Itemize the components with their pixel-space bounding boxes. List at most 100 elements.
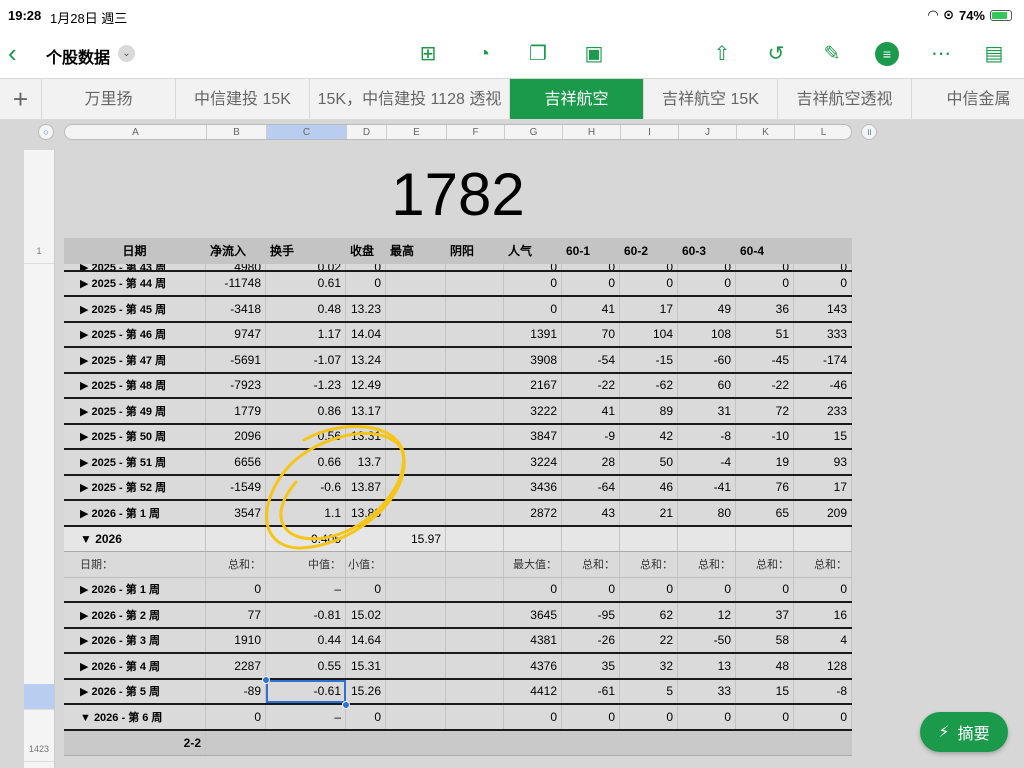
cell[interactable]: 0.405 xyxy=(266,526,346,551)
cell[interactable]: 60 xyxy=(678,373,736,397)
cell[interactable]: 89 xyxy=(620,399,678,423)
cell[interactable]: 13.88 xyxy=(346,501,386,525)
cell[interactable]: 总和： xyxy=(678,552,736,577)
cell[interactable]: -41 xyxy=(678,475,736,499)
cell[interactable]: 9747 xyxy=(206,322,266,346)
cell[interactable]: -46 xyxy=(794,373,852,397)
cell[interactable]: 0.61 xyxy=(266,271,346,295)
cell[interactable] xyxy=(386,628,446,652)
cell[interactable]: 77 xyxy=(206,603,266,627)
cell[interactable]: ▶ 2026 - 第 5 周 xyxy=(64,679,206,703)
cell[interactable]: 13.7 xyxy=(346,450,386,474)
cell[interactable]: 0 xyxy=(678,263,736,270)
cell[interactable] xyxy=(446,654,504,678)
cell[interactable]: ▶ 2025 - 第 50 周 xyxy=(64,424,206,448)
more-icon[interactable]: ⋯ xyxy=(927,40,955,68)
cell[interactable]: 1.1 xyxy=(266,501,346,525)
cell[interactable]: -0.6 xyxy=(266,475,346,499)
cell[interactable]: 0 xyxy=(620,577,678,601)
cell[interactable] xyxy=(386,271,446,295)
table-row[interactable]: ▶ 2026 - 第 5 周 -89 -0.61 15.26 4412 -61 5 33 15-… xyxy=(64,679,852,705)
column-header-G[interactable]: G xyxy=(505,125,563,139)
cell[interactable]: ▶ 2026 - 第 1 周 xyxy=(64,577,206,601)
cell[interactable]: 128 xyxy=(794,654,852,678)
cell[interactable]: 58 xyxy=(736,628,794,652)
cell[interactable]: 1779 xyxy=(206,399,266,423)
cell[interactable]: 46 xyxy=(620,475,678,499)
header-cell[interactable]: 60-2 xyxy=(620,238,678,264)
column-header-D[interactable]: D xyxy=(347,125,387,139)
selection-handle[interactable] xyxy=(342,701,350,709)
selected-cell[interactable]: -0.61 xyxy=(266,679,346,703)
tab-2[interactable]: 15K，中信建投 1128 透视 xyxy=(310,79,510,119)
cell[interactable]: 80 xyxy=(678,501,736,525)
cell[interactable] xyxy=(386,297,446,321)
cell[interactable]: 0 xyxy=(346,263,386,270)
cell[interactable]: 72 xyxy=(736,399,794,423)
cell[interactable] xyxy=(446,552,504,577)
cell[interactable]: – xyxy=(266,705,346,729)
cell[interactable]: 0 xyxy=(504,705,562,729)
cell[interactable]: 2287 xyxy=(206,654,266,678)
table-row[interactable]: ▶ 2025 - 第 49 周 1779 0.86 13.17 3222 41 89 31 72… xyxy=(64,399,852,425)
document-title[interactable]: 个股数据 xyxy=(46,44,110,68)
cell[interactable]: 0 xyxy=(346,271,386,295)
cell[interactable]: 15.02 xyxy=(346,603,386,627)
cell[interactable] xyxy=(386,450,446,474)
cell[interactable]: 17 xyxy=(794,475,852,499)
cell[interactable]: 2-2 xyxy=(64,730,206,755)
cell[interactable]: -174 xyxy=(794,348,852,372)
cell[interactable]: -7923 xyxy=(206,373,266,397)
cell[interactable]: 28 xyxy=(562,450,620,474)
cell[interactable]: 41 xyxy=(562,297,620,321)
cell[interactable]: 总和： xyxy=(736,552,794,577)
cell[interactable]: 4412 xyxy=(504,679,562,703)
cell[interactable]: -11748 xyxy=(206,271,266,295)
cell[interactable]: 小值： xyxy=(346,552,386,577)
cell[interactable]: 总和： xyxy=(794,552,852,577)
column-header-J[interactable]: J xyxy=(679,125,737,139)
header-cell[interactable] xyxy=(794,238,852,264)
cell[interactable]: 48 xyxy=(736,654,794,678)
column-header-A[interactable]: A xyxy=(65,125,207,139)
cell[interactable] xyxy=(386,552,446,577)
cell[interactable]: 1.17 xyxy=(266,322,346,346)
cell[interactable]: 14.04 xyxy=(346,322,386,346)
cell[interactable]: 15.31 xyxy=(346,654,386,678)
cell[interactable]: 15.97 xyxy=(386,526,446,551)
cell[interactable]: 13.17 xyxy=(346,399,386,423)
cell[interactable]: 15 xyxy=(736,679,794,703)
cell[interactable] xyxy=(446,501,504,525)
table-header-row[interactable]: 日期 净流入 换手 收盘 最高 阴阳 人气 60-1 60-2 60-3 60-4 xyxy=(64,238,852,264)
cell[interactable]: 3547 xyxy=(206,501,266,525)
cell[interactable]: 0.48 xyxy=(266,297,346,321)
cell[interactable]: -50 xyxy=(678,628,736,652)
cell[interactable]: 15.26 xyxy=(346,679,386,703)
cell[interactable]: 233 xyxy=(794,399,852,423)
back-icon[interactable]: ‹ xyxy=(8,40,34,68)
table-row[interactable]: ▶ 2026 - 第 3 周 1910 0.44 14.64 4381 -26 22 -50 5… xyxy=(64,628,852,654)
table-row[interactable]: ▶ 2026 - 第 2 周 77 -0.81 15.02 3645 -95 62 12 37 1… xyxy=(64,603,852,629)
cell[interactable]: 50 xyxy=(620,450,678,474)
cell[interactable]: 0 xyxy=(504,271,562,295)
cell[interactable]: -15 xyxy=(620,348,678,372)
cell[interactable]: -60 xyxy=(678,348,736,372)
cell[interactable]: 总和： xyxy=(620,552,678,577)
cell[interactable]: 49 xyxy=(678,297,736,321)
header-cell[interactable]: 日期 xyxy=(64,238,206,264)
cell[interactable]: -61 xyxy=(562,679,620,703)
cell[interactable] xyxy=(386,705,446,729)
cell[interactable] xyxy=(446,424,504,448)
cell[interactable] xyxy=(386,679,446,703)
cell[interactable]: -0.81 xyxy=(266,603,346,627)
cell[interactable] xyxy=(386,424,446,448)
chevron-down-icon[interactable]: ⌄ xyxy=(118,45,135,62)
cell[interactable]: -62 xyxy=(620,373,678,397)
cell[interactable]: -8 xyxy=(794,679,852,703)
cell[interactable]: 0 xyxy=(562,271,620,295)
cell[interactable]: 0.56 xyxy=(266,424,346,448)
cell[interactable] xyxy=(620,526,678,551)
column-header-B[interactable]: B xyxy=(207,125,267,139)
cell[interactable]: -9 xyxy=(562,424,620,448)
table-row[interactable]: ▶ 2026 - 第 4 周 2287 0.55 15.31 4376 35 32 13 48 1… xyxy=(64,654,852,680)
